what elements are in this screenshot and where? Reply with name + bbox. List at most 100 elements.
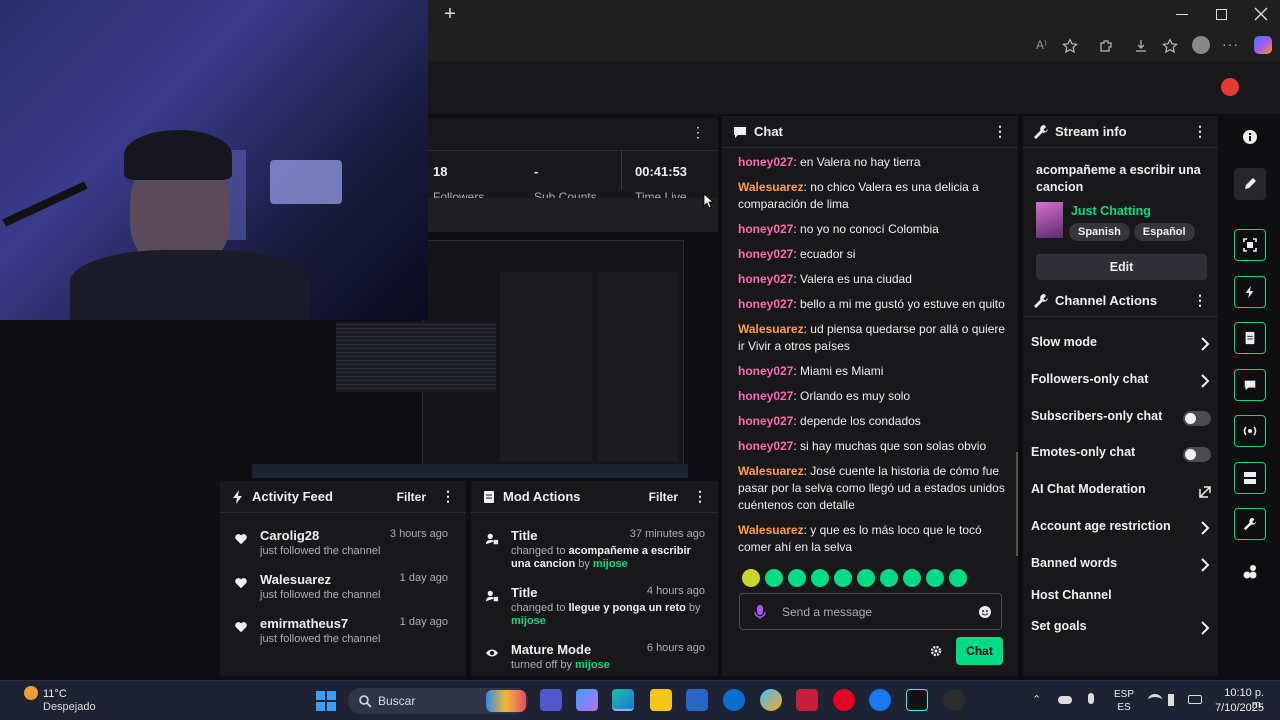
rail-tools-button[interactable] bbox=[1234, 508, 1266, 540]
stream-info-more-button[interactable]: ⋮ bbox=[1192, 124, 1208, 140]
chat-username[interactable]: honey027 bbox=[738, 439, 793, 453]
account-age-row[interactable]: Account age restriction bbox=[1031, 519, 1211, 539]
chat-username[interactable]: honey027 bbox=[738, 247, 793, 261]
favorites-bar-icon[interactable] bbox=[1162, 38, 1178, 54]
chat-username[interactable]: honey027 bbox=[738, 155, 793, 169]
weather-icon[interactable] bbox=[24, 686, 38, 700]
chat-send-button[interactable]: Chat bbox=[956, 637, 1003, 665]
maximize-button[interactable] bbox=[1216, 9, 1227, 20]
facebook-icon[interactable] bbox=[869, 689, 891, 711]
new-tab-button[interactable]: + bbox=[440, 4, 460, 25]
onedrive-icon[interactable] bbox=[1058, 696, 1072, 704]
windows-start-button[interactable] bbox=[316, 691, 336, 711]
chat-scrollbar[interactable] bbox=[1016, 452, 1018, 556]
mic-tray-icon[interactable] bbox=[1088, 693, 1094, 704]
tag-chip[interactable]: Spanish bbox=[1069, 223, 1130, 241]
edit-stream-button[interactable]: Edit bbox=[1036, 254, 1207, 280]
category-thumbnail[interactable] bbox=[1036, 202, 1063, 238]
rail-chat-button[interactable] bbox=[1234, 369, 1266, 401]
copilot-taskbar-icon[interactable] bbox=[576, 689, 598, 711]
emote-icon[interactable] bbox=[926, 569, 944, 587]
chat-username[interactable]: Walesuarez bbox=[738, 523, 804, 537]
browser-essentials-icon[interactable] bbox=[1133, 38, 1149, 54]
profile-icon[interactable] bbox=[1192, 36, 1210, 54]
chat-username[interactable]: honey027 bbox=[738, 414, 793, 428]
slow-mode-row[interactable]: Slow mode bbox=[1031, 335, 1211, 355]
rail-mod-actions-button[interactable] bbox=[1234, 322, 1266, 354]
banned-words-row[interactable]: Banned words bbox=[1031, 556, 1211, 576]
channel-actions-more-button[interactable]: ⋮ bbox=[1192, 293, 1208, 309]
extensions-icon[interactable] bbox=[1242, 564, 1258, 580]
mod-action-mod[interactable]: mijose bbox=[511, 615, 546, 627]
chat-username[interactable]: honey027 bbox=[738, 272, 793, 286]
mod-action-mod[interactable]: mijose bbox=[593, 558, 628, 570]
mod-filter-button[interactable]: Filter bbox=[649, 490, 678, 504]
chat-username[interactable]: Walesuarez bbox=[738, 180, 804, 194]
emote-icon[interactable] bbox=[949, 569, 967, 587]
emotes-only-toggle[interactable] bbox=[1183, 447, 1211, 462]
copilot-icon[interactable] bbox=[1254, 36, 1272, 54]
activity-item[interactable]: Carolig28 just followed the channel 3 ho… bbox=[220, 528, 460, 568]
emote-icon[interactable] bbox=[765, 569, 783, 587]
wifi-icon[interactable] bbox=[1148, 694, 1162, 706]
emote-icon[interactable] bbox=[903, 569, 921, 587]
read-aloud-icon[interactable]: A⁾ bbox=[1036, 38, 1052, 54]
set-goals-row[interactable]: Set goals bbox=[1031, 619, 1211, 639]
minimize-button[interactable] bbox=[1176, 14, 1188, 15]
activity-item[interactable]: emirmatheus7 just followed the channel 1… bbox=[220, 616, 460, 656]
file-explorer-icon[interactable] bbox=[650, 689, 672, 711]
rail-layout-button[interactable] bbox=[1234, 462, 1266, 494]
clock-date[interactable]: 7/10/2025 bbox=[1212, 702, 1264, 714]
edge-icon[interactable] bbox=[612, 689, 634, 711]
more-icon[interactable]: ··· bbox=[1222, 36, 1238, 52]
language-indicator[interactable]: ESP ES bbox=[1114, 688, 1134, 714]
emote-icon[interactable] bbox=[742, 569, 760, 587]
mod-more-button[interactable]: ⋮ bbox=[692, 489, 708, 505]
avatar[interactable] bbox=[1221, 78, 1239, 96]
battery-icon[interactable] bbox=[1188, 695, 1202, 704]
microphone-icon[interactable] bbox=[752, 604, 768, 620]
mod-action-mod[interactable]: mijose bbox=[575, 659, 610, 671]
rail-activity-button[interactable] bbox=[1234, 276, 1266, 308]
paint-icon[interactable] bbox=[760, 689, 782, 711]
chat-username[interactable]: Walesuarez bbox=[738, 464, 804, 478]
hp-icon[interactable] bbox=[723, 689, 745, 711]
favorite-icon[interactable] bbox=[1062, 38, 1078, 54]
rail-clip-button[interactable] bbox=[1234, 229, 1266, 261]
chat-username[interactable]: honey027 bbox=[738, 364, 793, 378]
followers-only-row[interactable]: Followers-only chat bbox=[1031, 372, 1211, 392]
mcafee-icon[interactable] bbox=[796, 689, 818, 711]
extensions-icon[interactable] bbox=[1098, 38, 1114, 54]
emote-icon[interactable] bbox=[788, 569, 806, 587]
emote-icon[interactable] bbox=[880, 569, 898, 587]
activity-item[interactable]: Walesuarez just followed the channel 1 d… bbox=[220, 572, 460, 612]
store-icon[interactable] bbox=[686, 689, 708, 711]
chat-username[interactable]: honey027 bbox=[738, 297, 793, 311]
host-channel-row[interactable]: Host Channel bbox=[1031, 588, 1211, 608]
rail-broadcast-button[interactable] bbox=[1234, 415, 1266, 447]
rail-edit-button[interactable] bbox=[1234, 168, 1266, 200]
ai-moderation-row[interactable]: AI Chat Moderation bbox=[1031, 482, 1211, 502]
activity-filter-button[interactable]: Filter bbox=[397, 490, 426, 504]
emote-icon[interactable] bbox=[834, 569, 852, 587]
subscribers-only-toggle[interactable] bbox=[1183, 411, 1211, 426]
chat-username[interactable]: honey027 bbox=[738, 222, 793, 236]
category-link[interactable]: Just Chatting bbox=[1071, 204, 1151, 218]
tiktok-icon[interactable] bbox=[906, 689, 928, 711]
info-icon[interactable] bbox=[1242, 129, 1258, 145]
tray-chevron-icon[interactable]: ⌃ bbox=[1032, 693, 1044, 706]
close-window-button[interactable] bbox=[1254, 7, 1268, 21]
volume-icon[interactable] bbox=[1168, 694, 1180, 706]
gear-icon[interactable] bbox=[929, 644, 943, 658]
emote-icon[interactable] bbox=[811, 569, 829, 587]
teams-icon[interactable] bbox=[540, 689, 562, 711]
activity-more-button[interactable]: ⋮ bbox=[440, 489, 456, 505]
stats-more-button[interactable]: ⋮ bbox=[690, 124, 706, 140]
chat-input[interactable]: Send a message bbox=[739, 593, 1002, 630]
emote-icon[interactable] bbox=[857, 569, 875, 587]
obs-icon[interactable] bbox=[943, 689, 965, 711]
tag-chip[interactable]: Español bbox=[1133, 223, 1195, 241]
chat-username[interactable]: Walesuarez bbox=[738, 322, 804, 336]
emoji-icon[interactable] bbox=[978, 605, 992, 619]
chat-username[interactable]: honey027 bbox=[738, 389, 793, 403]
